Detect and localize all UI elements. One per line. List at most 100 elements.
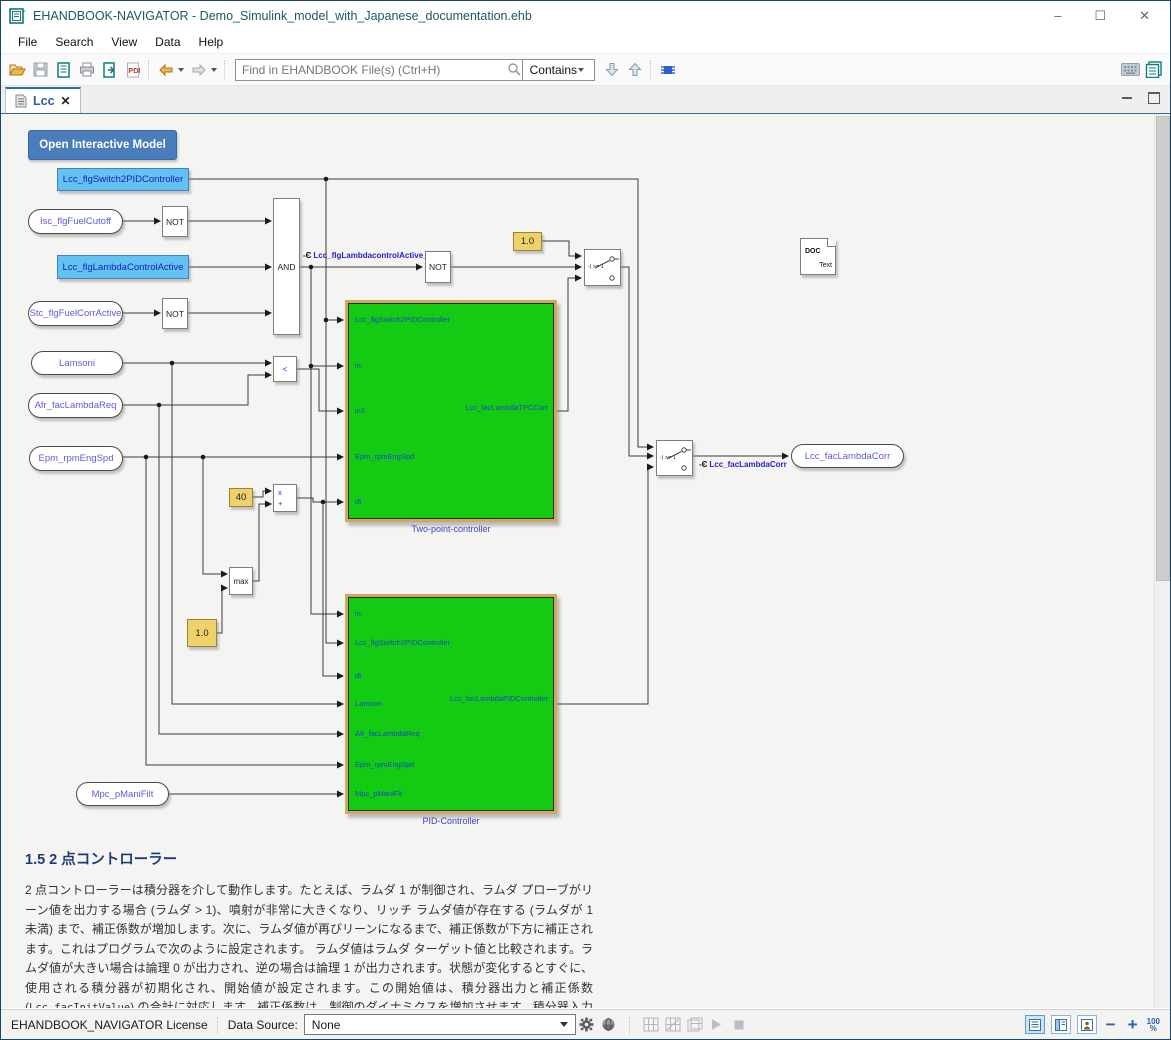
max-block[interactable]: max	[229, 567, 253, 595]
zoom-in-button[interactable]: +	[1125, 1015, 1141, 1035]
pid-block[interactable]: Lcc_facLambdaPIDController inLcc_flgSwit…	[345, 594, 557, 814]
constant-1-0[interactable]: 1.0	[513, 232, 542, 251]
play-button[interactable]	[706, 1014, 728, 1036]
model-diagram: Open Interactive Model Lcc_flgSwitch2PID…	[1, 114, 1155, 1008]
constant-1-0-b[interactable]: 1.0	[187, 619, 217, 647]
tpc-input-port-label: in1	[355, 406, 365, 415]
pid-input-port-label: Lamson	[355, 699, 382, 708]
pid-caption: PID-Controller	[345, 816, 557, 826]
calibration-table-button[interactable]	[684, 1014, 706, 1036]
tpc-caption: Two-point-controller	[345, 524, 557, 534]
constant-40[interactable]: 40	[229, 488, 253, 507]
inport-lamsoni[interactable]: Lamsoni	[31, 351, 123, 375]
vertical-scrollbar[interactable]	[1154, 114, 1170, 1008]
measurement-icon: -Є	[699, 460, 707, 469]
ebook-info-button[interactable]	[52, 58, 75, 81]
content-area: Open Interactive Model Lcc_flgSwitch2PID…	[1, 114, 1170, 1008]
pdf-export-button[interactable]: PDF	[121, 58, 144, 81]
search-mode-dropdown[interactable]: Contains	[522, 60, 594, 80]
data-source-settings-button[interactable]	[576, 1014, 598, 1036]
pid-input-port-label: Epm_rpmEngSpd	[355, 760, 414, 769]
pid-input-port-label: Mpc_pManiFlt	[355, 789, 402, 798]
search-next-button[interactable]	[600, 58, 623, 81]
single-page-view-button[interactable]	[1025, 1015, 1045, 1034]
measurement-icon: -Є	[303, 251, 311, 260]
open-interactive-model-button[interactable]: Open Interactive Model	[28, 130, 177, 160]
data-source-select[interactable]: None	[304, 1014, 576, 1035]
menu-file[interactable]: File	[9, 33, 46, 51]
inport-mpc-pmanifilt[interactable]: Mpc_pManiFilt	[76, 782, 169, 806]
export-ebook-button[interactable]	[98, 58, 121, 81]
maximize-view-icon[interactable]	[1148, 92, 1160, 104]
ebook-library-button[interactable]	[1142, 58, 1165, 81]
inport-isc-flgfuelcutoff[interactable]: Isc_flgFuelCutoff	[28, 209, 123, 234]
app-window: EHANDBOOK-NAVIGATOR - Demo_Simulink_mode…	[0, 0, 1171, 1040]
toolbar: PDF Contains	[1, 53, 1170, 86]
block-lcc-flgswitch2pidcontroller[interactable]: Lcc_flgSwitch2PIDController	[57, 168, 189, 191]
license-label: EHANDBOOK_NAVIGATOR License	[11, 1018, 208, 1032]
tpc-block[interactable]: Lcc_facLambdaTPCCorr Lcc_flgSwitch2PIDCo…	[345, 300, 557, 522]
plus-port-label: +	[278, 499, 282, 508]
data-source-connect-button[interactable]	[598, 1014, 620, 1036]
back-history-dropdown[interactable]	[178, 68, 184, 72]
zoom-out-button[interactable]: −	[1103, 1015, 1119, 1035]
search-input[interactable]	[236, 63, 507, 77]
mul-add-block[interactable]: x +	[273, 484, 297, 512]
tab-lcc[interactable]: Lcc ✕	[5, 87, 81, 113]
calibration-map-2-button[interactable]	[662, 1014, 684, 1036]
signal-label-faclambdacorr[interactable]: -ЄLcc_facLambdaCorr	[699, 460, 787, 469]
document-icon	[15, 94, 27, 108]
global-search-box: Contains	[235, 59, 595, 81]
minimize-view-icon[interactable]	[1122, 97, 1132, 103]
window-maximize-button[interactable]: ☐	[1094, 8, 1106, 24]
model-overview-button[interactable]	[656, 58, 679, 81]
search-icon	[507, 62, 522, 77]
window-minimize-button[interactable]: –	[1054, 8, 1061, 24]
navigate-back-button[interactable]	[154, 58, 177, 81]
not-block-2[interactable]: NOT	[162, 298, 188, 329]
calibration-map-1-button[interactable]	[640, 1014, 662, 1036]
caret-down-icon	[560, 1022, 568, 1027]
navigate-forward-button[interactable]	[187, 58, 210, 81]
forward-history-dropdown[interactable]	[211, 68, 217, 72]
window-close-button[interactable]: ✕	[1139, 8, 1150, 24]
tab-close-icon[interactable]: ✕	[61, 94, 71, 108]
tpc-output-port-label: Lcc_facLambdaTPCCorr	[465, 403, 548, 412]
block-lcc-flglambdacontrolactive[interactable]: Lcc_flgLambdaControlActive	[57, 255, 189, 279]
inport-stc-flgfuelcorractive[interactable]: Stc_flgFuelCorrActive	[28, 301, 123, 326]
shortcuts-keyboard-button[interactable]	[1119, 58, 1142, 81]
pid-input-port-label: dt	[355, 671, 361, 680]
less-than-block[interactable]: <	[273, 356, 297, 382]
inport-epm-rpmengspd[interactable]: Epm_rpmEngSpd	[29, 446, 123, 471]
menu-data[interactable]: Data	[146, 33, 189, 51]
menu-bar: File Search View Data Help	[1, 31, 1170, 53]
pid-input-port-label: in	[355, 609, 361, 618]
menu-search[interactable]: Search	[46, 33, 102, 51]
open-file-button[interactable]	[6, 58, 29, 81]
svg-text:PDF: PDF	[128, 66, 140, 75]
not-block-1[interactable]: NOT	[162, 206, 188, 237]
reader-view-button[interactable]	[1077, 1015, 1097, 1034]
section-heading: 1.5 2 点コントローラー	[25, 848, 1140, 869]
pid-input-port-label: Lcc_flgSwitch2PIDController	[355, 638, 450, 647]
outport-lcc-faclambdacorr[interactable]: Lcc_facLambdaCorr	[791, 444, 904, 468]
doc-text-block[interactable]: DOC Text	[800, 238, 836, 275]
tab-label: Lcc	[33, 94, 55, 108]
signal-label-lambdacontrolactive[interactable]: -ЄLcc_flgLambdacontrolActive_1	[303, 251, 432, 260]
switch-block-2[interactable]: -| >= 1	[656, 440, 693, 476]
stop-button[interactable]	[728, 1014, 750, 1036]
split-view-button[interactable]	[1051, 1015, 1071, 1034]
scrollbar-thumb[interactable]	[1156, 116, 1170, 581]
inport-afr-faclambdareq[interactable]: Afr_facLambdaReq	[28, 393, 123, 418]
switch-block-1[interactable]: -| >= 1	[584, 249, 621, 286]
menu-help[interactable]: Help	[190, 33, 233, 51]
print-button[interactable]	[75, 58, 98, 81]
save-button[interactable]	[29, 58, 52, 81]
and-block[interactable]: AND	[273, 198, 300, 335]
menu-view[interactable]: View	[102, 33, 146, 51]
tpc-input-port-label: in	[355, 361, 361, 370]
search-previous-button[interactable]	[623, 58, 646, 81]
window-title: EHANDBOOK-NAVIGATOR - Demo_Simulink_mode…	[33, 9, 1054, 23]
zoom-reset-button[interactable]: 100%	[1147, 1018, 1160, 1032]
not-block-3[interactable]: NOT	[425, 251, 451, 283]
